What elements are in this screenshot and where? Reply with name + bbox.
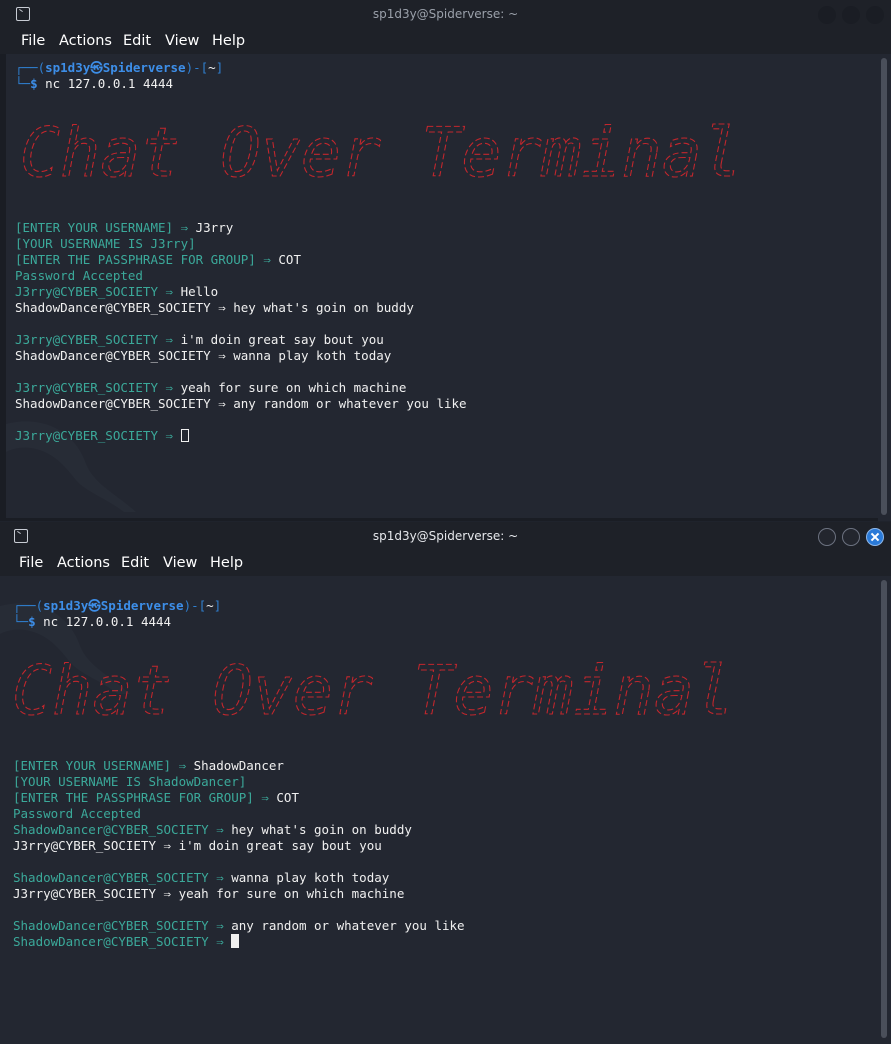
menu-actions[interactable]: Actions: [57, 555, 110, 571]
chat-line: ShadowDancer@CYBER_SOCIETY ⇒ any random …: [15, 396, 467, 411]
maximize-icon[interactable]: [842, 6, 860, 24]
menu-help[interactable]: Help: [212, 33, 245, 49]
chat-line: J3rry@CYBER_SOCIETY ⇒ i'm doin great say…: [15, 332, 384, 347]
prompt-line-1: ┌──(sp1d3y㉿Spiderverse)-[~]: [15, 60, 224, 75]
password-accepted: Password Accepted: [15, 268, 143, 283]
cursor: [231, 934, 240, 948]
prompt-line-2: └─$ nc 127.0.0.1 4444: [13, 614, 172, 629]
menu-edit[interactable]: Edit: [121, 555, 149, 571]
titlebar[interactable]: sp1d3y@Spiderverse: ~: [0, 522, 891, 552]
close-icon[interactable]: [866, 6, 884, 24]
menubar: File Actions Edit View Help: [0, 30, 891, 54]
menu-view[interactable]: View: [165, 33, 199, 49]
password-accepted: Password Accepted: [13, 806, 141, 821]
chat-line: J3rry@CYBER_SOCIETY ⇒ yeah for sure on w…: [15, 380, 407, 395]
minimize-icon[interactable]: [818, 6, 836, 24]
scrollbar[interactable]: [881, 58, 887, 515]
cursor: [180, 429, 189, 442]
terminal-output[interactable]: ┌──(sp1d3y㉿Spiderverse)-[~] └─$ nc 127.0…: [0, 576, 878, 1044]
terminal-output[interactable]: ┌──(sp1d3y㉿Spiderverse)-[~] └─$ nc 127.0…: [0, 54, 878, 521]
session-line: [ENTER YOUR USERNAME] ⇒ J3rry: [15, 220, 234, 235]
session-line: [ENTER THE PASSPHRASE FOR GROUP] ⇒ COT: [13, 790, 299, 805]
session-line: [ENTER THE PASSPHRASE FOR GROUP] ⇒ COT: [15, 252, 301, 267]
minimize-icon[interactable]: [818, 528, 836, 546]
menu-help[interactable]: Help: [210, 555, 243, 571]
chat-line: ShadowDancer@CYBER_SOCIETY ⇒ hey what's …: [15, 300, 414, 315]
session-line: [YOUR USERNAME IS ShadowDancer]: [13, 774, 247, 789]
chat-input-line[interactable]: J3rry@CYBER_SOCIETY ⇒: [15, 428, 189, 444]
menubar: File Actions Edit View Help: [0, 552, 891, 576]
window-title: sp1d3y@Spiderverse: ~: [372, 529, 519, 543]
titlebar[interactable]: sp1d3y@Spiderverse: ~: [0, 0, 891, 30]
chat-line: ShadowDancer@CYBER_SOCIETY ⇒ any random …: [13, 918, 465, 933]
terminal-window-shadowdancer[interactable]: sp1d3y@Spiderverse: ~ File Actions Edit …: [0, 522, 891, 1044]
chat-line: J3rry@CYBER_SOCIETY ⇒ Hello: [15, 284, 219, 299]
chat-line: ShadowDancer@CYBER_SOCIETY ⇒ wanna play …: [13, 870, 390, 885]
kali-dragon-icon: [6, 421, 136, 512]
session-line: [YOUR USERNAME IS J3rry]: [15, 236, 196, 251]
chat-input-line[interactable]: ShadowDancer@CYBER_SOCIETY ⇒: [13, 934, 240, 950]
prompt-line-1: ┌──(sp1d3y㉿Spiderverse)-[~]: [13, 598, 222, 613]
session-line: [ENTER YOUR USERNAME] ⇒ ShadowDancer: [13, 758, 284, 773]
menu-file[interactable]: File: [21, 33, 45, 49]
ascii-banner: Chat Over Terminal: [20, 118, 743, 184]
chat-line: J3rry@CYBER_SOCIETY ⇒ i'm doin great say…: [13, 838, 382, 853]
chat-line: ShadowDancer@CYBER_SOCIETY ⇒ hey what's …: [13, 822, 412, 837]
menu-file[interactable]: File: [19, 555, 43, 571]
chat-line: J3rry@CYBER_SOCIETY ⇒ yeah for sure on w…: [13, 886, 405, 901]
ascii-banner: Chat Over Terminal: [12, 656, 735, 722]
maximize-icon[interactable]: [842, 528, 860, 546]
terminal-window-jerry[interactable]: sp1d3y@Spiderverse: ~ File Actions Edit …: [0, 0, 891, 521]
menu-view[interactable]: View: [163, 555, 197, 571]
chat-line: ShadowDancer@CYBER_SOCIETY ⇒ wanna play …: [15, 348, 392, 363]
scrollbar[interactable]: [881, 580, 887, 1038]
banner-text: Chat Over Terminal: [12, 656, 734, 722]
close-icon[interactable]: [866, 528, 884, 546]
menu-actions[interactable]: Actions: [59, 33, 112, 49]
banner-text: Chat Over Terminal: [20, 118, 742, 184]
window-title: sp1d3y@Spiderverse: ~: [372, 7, 519, 21]
menu-edit[interactable]: Edit: [123, 33, 151, 49]
prompt-line-2: └─$ nc 127.0.0.1 4444: [15, 76, 174, 91]
